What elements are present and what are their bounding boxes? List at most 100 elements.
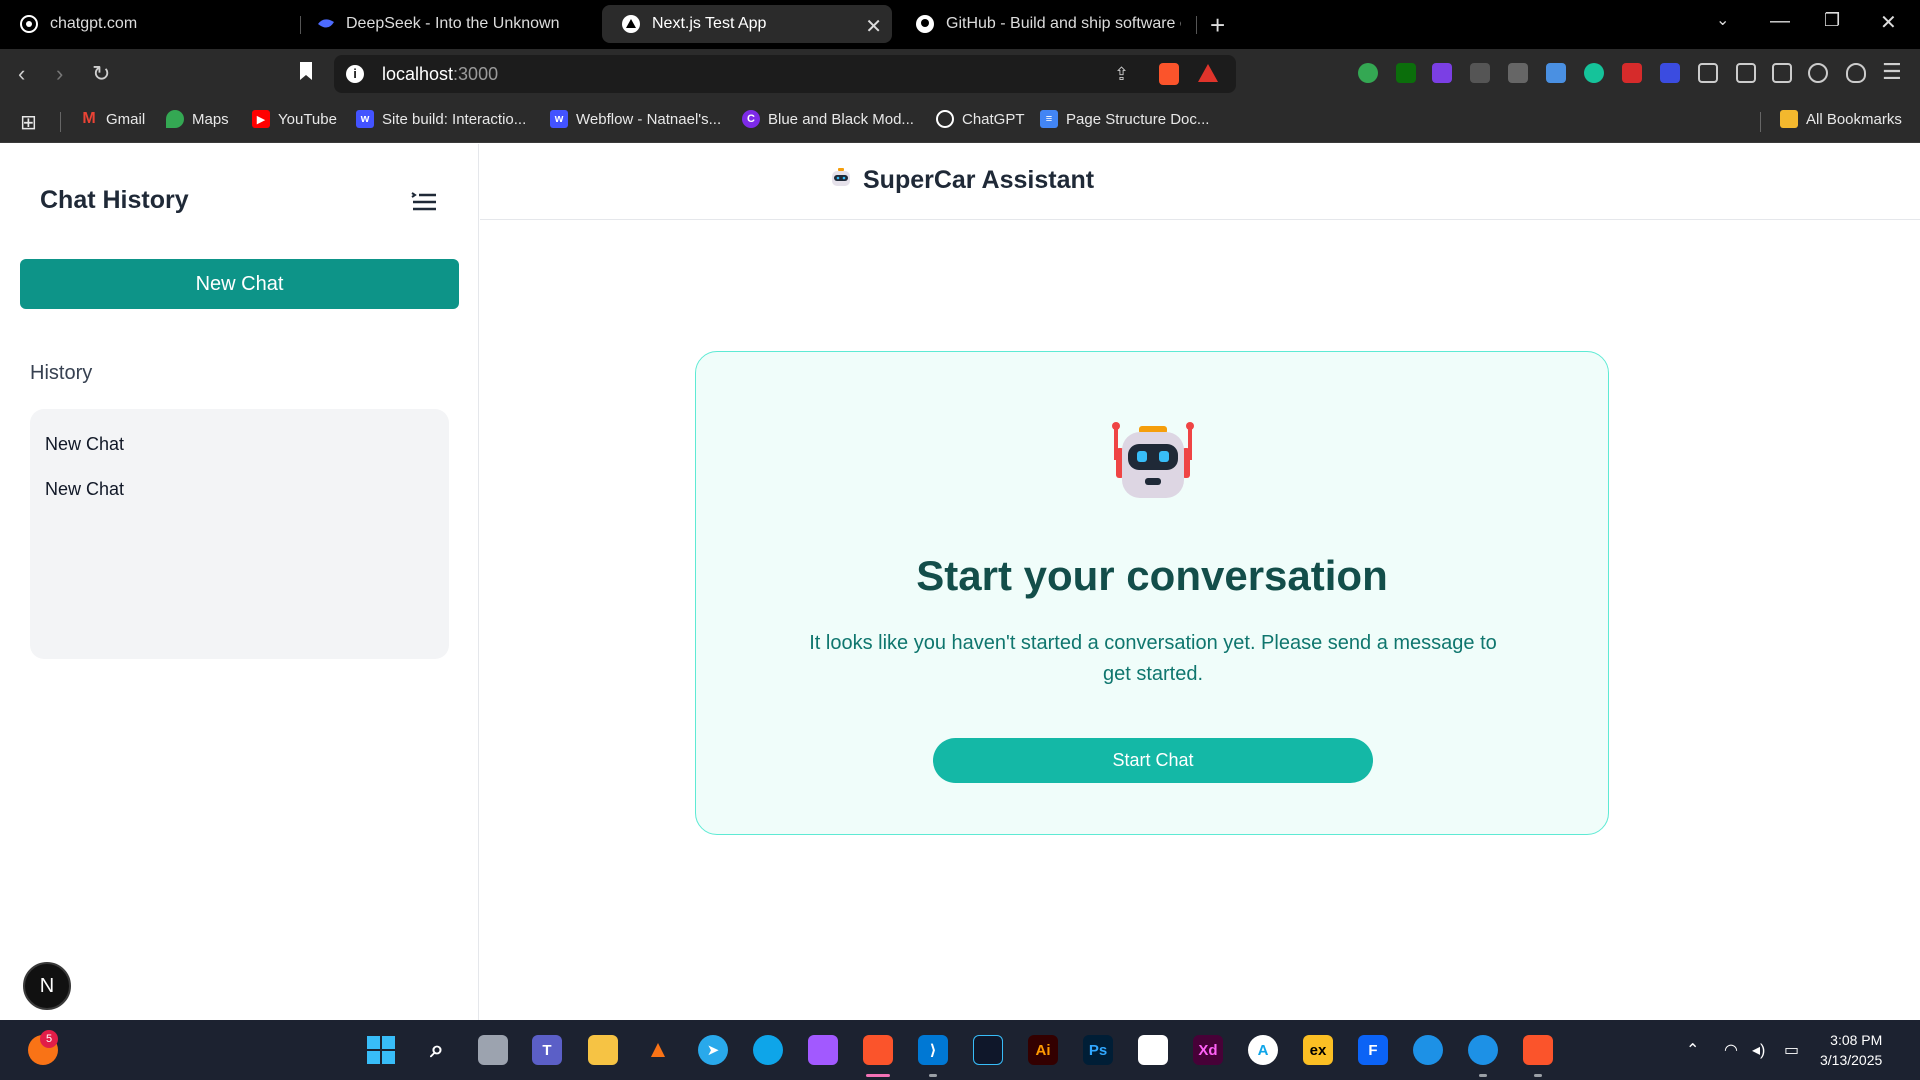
history-label: History	[30, 362, 93, 384]
volume-icon[interactable]: ◂)	[1752, 1040, 1765, 1060]
minimize-button[interactable]: —	[1770, 10, 1790, 33]
bookmark-maps[interactable]: Maps	[166, 110, 229, 128]
docs-icon: ≡	[1040, 110, 1058, 128]
bookmark-page-structure[interactable]: ≡ Page Structure Doc...	[1040, 110, 1209, 128]
vlc-icon[interactable]: ▲	[643, 1035, 673, 1065]
tab-title: GitHub - Build and ship software on	[946, 15, 1181, 32]
tray-chevron-icon[interactable]: ⌃	[1686, 1040, 1699, 1060]
extension-grid-icon[interactable]	[1508, 63, 1528, 83]
share-icon[interactable]: ⇪	[1114, 64, 1129, 85]
vpn-shield-icon[interactable]	[1846, 63, 1866, 83]
back-button[interactable]: ‹	[18, 61, 25, 87]
restore-button[interactable]: ❐	[1824, 10, 1840, 31]
tab-search-chevron-icon[interactable]: ⌄	[1716, 10, 1729, 30]
robot-logo-icon	[829, 166, 853, 190]
extension-add-icon[interactable]	[1358, 63, 1378, 83]
extension-capture-icon[interactable]	[1660, 63, 1680, 83]
all-bookmarks[interactable]: All Bookmarks	[1780, 110, 1902, 128]
chat-sidebar: Chat History New Chat History New Chat N…	[0, 144, 479, 1020]
chat-main: SuperCar Assistant Start your conversati…	[480, 144, 1920, 1020]
maps-icon	[166, 110, 184, 128]
grammarly-icon[interactable]	[1584, 63, 1604, 83]
app-icon[interactable]	[1138, 1035, 1168, 1065]
robot-icon	[1112, 422, 1194, 498]
bookmark-chatgpt[interactable]: ChatGPT	[936, 110, 1025, 128]
start-menu-icon[interactable]	[366, 1035, 396, 1065]
framer-icon[interactable]	[973, 1035, 1003, 1065]
bookmark-blue-black[interactable]: C Blue and Black Mod...	[742, 110, 914, 128]
github-icon	[916, 15, 934, 33]
extension-crown-icon[interactable]	[1470, 63, 1490, 83]
bookmarks-bar: ⊞ M Gmail Maps ▶ YouTube w Site build: Inte…	[0, 100, 1920, 143]
extension-s-icon[interactable]	[1432, 63, 1452, 83]
docker-icon[interactable]	[1413, 1035, 1443, 1065]
history-item[interactable]: New Chat	[30, 422, 449, 467]
tab-nextjs[interactable]: Next.js Test App ✕	[602, 5, 892, 43]
app-f-icon[interactable]: F	[1358, 1035, 1388, 1065]
collapse-sidebar-icon[interactable]	[410, 190, 438, 214]
figma-icon[interactable]	[808, 1035, 838, 1065]
empty-state-card: Start your conversation It looks like yo…	[695, 351, 1609, 835]
xd-icon[interactable]: Xd	[1193, 1035, 1223, 1065]
extension-pen-icon[interactable]	[1622, 63, 1642, 83]
close-tab-icon[interactable]: ✕	[865, 14, 882, 39]
task-view-icon[interactable]	[478, 1035, 508, 1065]
app-header: SuperCar Assistant	[480, 144, 1920, 220]
edge-icon[interactable]	[753, 1035, 783, 1065]
extension-bw-icon[interactable]	[1396, 63, 1416, 83]
extension-docs-icon[interactable]	[1546, 63, 1566, 83]
clock-time: 3:08 PM	[1830, 1032, 1883, 1048]
vscode-icon[interactable]: ⟩	[918, 1035, 948, 1065]
sidebar-toggle-icon[interactable]	[1736, 63, 1756, 83]
ex-app-icon[interactable]: ex	[1303, 1035, 1333, 1065]
system-clock[interactable]: 3:08 PM 3/13/2025	[1820, 1030, 1882, 1070]
new-tab-button[interactable]: +	[1210, 10, 1225, 41]
empty-state-message: It looks like you haven't started a conv…	[809, 632, 1497, 685]
battery-icon[interactable]: ▭	[1784, 1040, 1799, 1060]
new-chat-button[interactable]: New Chat	[20, 259, 459, 309]
apps-grid-icon[interactable]: ⊞	[20, 110, 37, 135]
site-info-icon[interactable]: i	[346, 65, 364, 83]
illustrator-icon[interactable]: Ai	[1028, 1035, 1058, 1065]
webflow-icon: w	[550, 110, 568, 128]
tab-github[interactable]: GitHub - Build and ship software on	[896, 5, 1186, 43]
brave-icon[interactable]	[1523, 1035, 1553, 1065]
close-window-button[interactable]: ✕	[1880, 10, 1897, 35]
empty-state-heading: Start your conversation	[916, 552, 1388, 599]
photoshop-icon[interactable]: Ps	[1083, 1035, 1113, 1065]
history-item[interactable]: New Chat	[30, 467, 449, 512]
docker-desktop-icon[interactable]	[1468, 1035, 1498, 1065]
leo-ai-icon[interactable]	[1808, 63, 1828, 83]
canva-icon: C	[742, 110, 760, 128]
wallet-icon[interactable]	[1772, 63, 1792, 83]
reload-button[interactable]: ↻	[92, 61, 110, 87]
file-explorer-icon[interactable]	[588, 1035, 618, 1065]
start-chat-button[interactable]: Start Chat	[933, 738, 1373, 783]
brave-rewards-icon[interactable]	[1198, 64, 1218, 82]
bookmark-site-build[interactable]: w Site build: Interactio...	[356, 110, 526, 128]
tab-chatgpt[interactable]: chatgpt.com	[0, 5, 300, 43]
tab-title: Next.js Test App	[652, 15, 767, 32]
wifi-icon[interactable]: ◠	[1724, 1040, 1738, 1060]
tab-deepseek[interactable]: DeepSeek - Into the Unknown	[296, 5, 596, 43]
brave-icon[interactable]	[863, 1035, 893, 1065]
teams-icon[interactable]: T	[532, 1035, 562, 1065]
bookmark-webflow[interactable]: w Webflow - Natnael's...	[550, 110, 721, 128]
tab-title: chatgpt.com	[50, 15, 138, 32]
gmail-icon: M	[82, 110, 96, 127]
chatgpt-icon	[936, 110, 954, 128]
brave-shields-icon[interactable]	[1159, 63, 1179, 85]
menu-icon[interactable]: ☰	[1882, 59, 1902, 85]
telegram-icon[interactable]: ➤	[698, 1035, 728, 1065]
bookmark-youtube[interactable]: ▶ YouTube	[252, 110, 337, 128]
bookmark-gmail[interactable]: M Gmail	[80, 110, 145, 128]
address-bar[interactable]: i localhost:3000 ⇪	[334, 55, 1236, 93]
search-icon[interactable]: ⌕	[422, 1035, 452, 1065]
deepseek-icon	[316, 15, 334, 33]
bookmark-icon[interactable]	[298, 61, 314, 87]
extensions-puzzle-icon[interactable]	[1698, 63, 1718, 83]
browser-toolbar: ‹ › ↻ i localhost:3000 ⇪ ☰	[0, 49, 1920, 100]
nextjs-dev-badge[interactable]: N	[23, 962, 71, 1010]
app-store-icon[interactable]: A	[1248, 1035, 1278, 1065]
forward-button[interactable]: ›	[56, 61, 63, 87]
